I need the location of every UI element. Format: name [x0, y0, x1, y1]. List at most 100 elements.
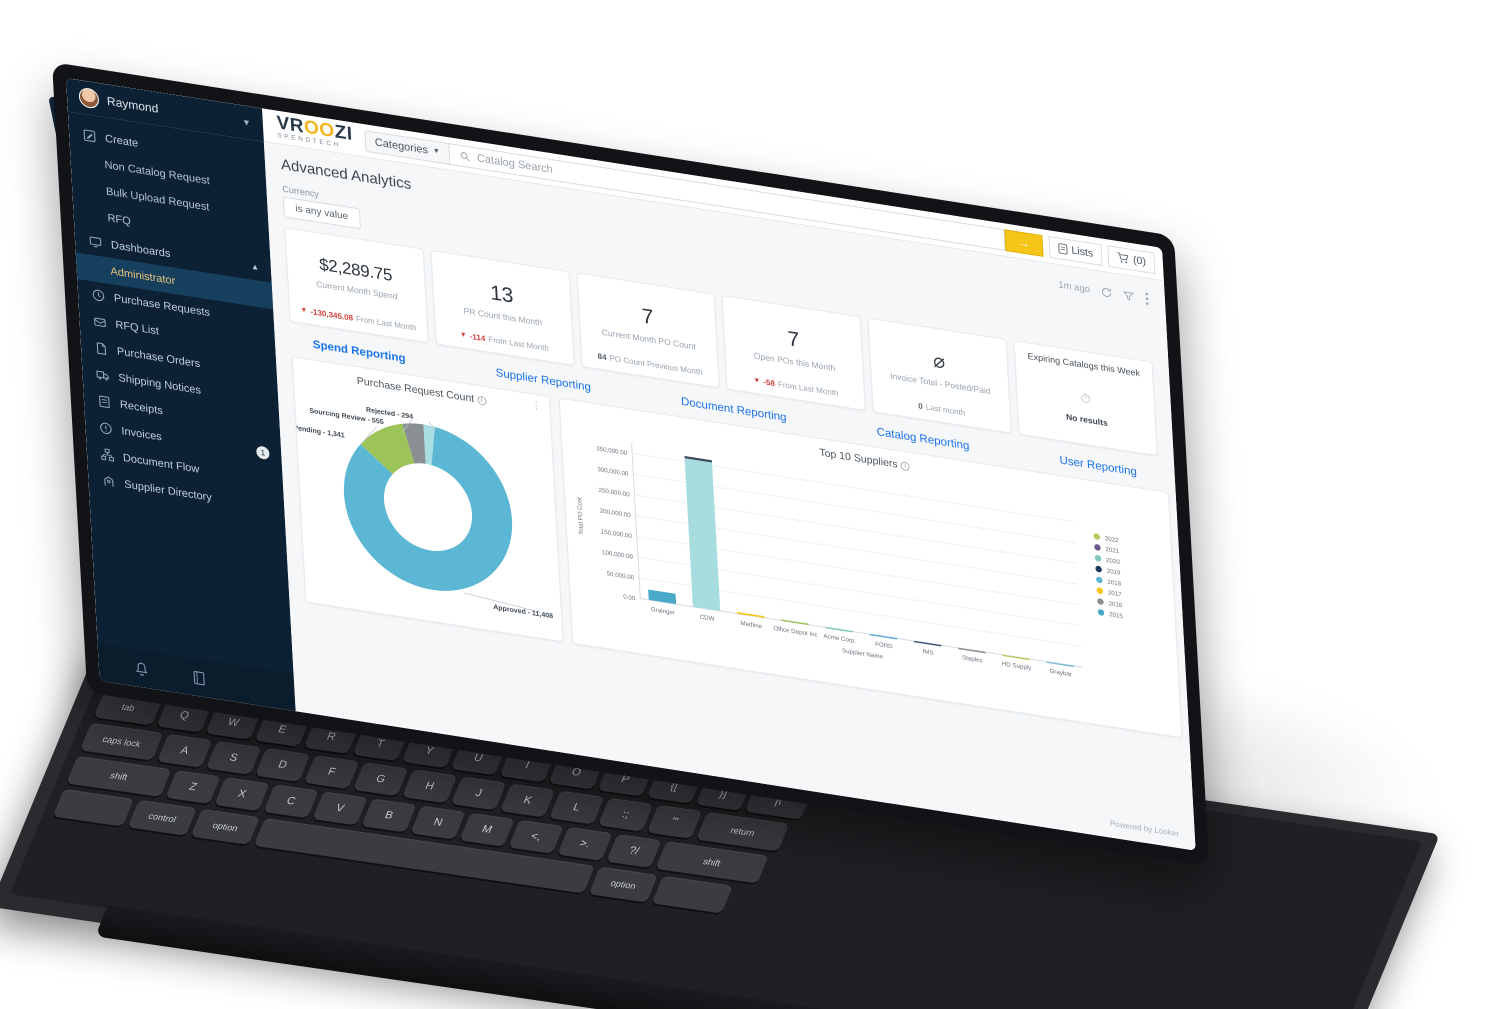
y-axis-title: Total PO Cost [576, 497, 585, 536]
kpi-label: PR Count this Month [463, 305, 543, 328]
document-icon [96, 342, 107, 355]
bell-icon[interactable] [134, 660, 149, 677]
sidebar-item-label: RFQ List [115, 318, 160, 338]
kpi-card[interactable]: $2,289.75 Current Month Spend ▼ -130,345.08… [284, 227, 429, 344]
avatar [78, 86, 100, 110]
keyboard-key[interactable]: C [263, 784, 319, 819]
keyboard-key[interactable]: return [695, 811, 790, 852]
keyboard-key[interactable]: G [352, 762, 409, 797]
keyboard-key[interactable]: X [214, 777, 270, 812]
bar[interactable] [737, 611, 765, 618]
flow-icon [101, 448, 115, 462]
kpi-value: 7 [786, 327, 800, 352]
legend-label: 2020 [1106, 557, 1121, 566]
x-axis-tick-label: Medline [740, 620, 763, 630]
truck-icon [96, 370, 109, 381]
search-submit-button[interactable]: → [1003, 228, 1044, 257]
legend-swatch [1096, 587, 1104, 594]
donut-slice-label: Pending - 1,341 [294, 425, 345, 440]
kpi-delta: 84 [597, 351, 607, 363]
legend-swatch [1095, 565, 1102, 573]
bar[interactable] [781, 619, 809, 626]
bar[interactable] [1046, 661, 1074, 668]
y-axis-tick-label: 300,000.00 [597, 466, 629, 478]
y-axis-tick-label: 350,000.00 [596, 445, 628, 457]
bar[interactable] [958, 647, 986, 654]
kpi-delta-label: From Last Month [488, 334, 550, 354]
keyboard-key[interactable]: A [156, 733, 213, 768]
kpi-card[interactable]: Expiring Catalogs this Week ⏱ No results [1013, 340, 1158, 457]
sidebar-nav[interactable]: Create Non Catalog Request Bulk Upload Req… [68, 119, 285, 522]
keyboard-key[interactable]: ?/ [606, 834, 662, 868]
chevron-down-icon[interactable]: ▼ [242, 116, 251, 127]
keyboard-key[interactable]: "' [646, 804, 703, 839]
bar[interactable] [913, 640, 942, 647]
kpi-delta: -130,345.08 [310, 307, 354, 323]
tab-user-reporting[interactable]: User Reporting [1059, 455, 1137, 479]
kpi-card[interactable]: 13 PR Count this Month ▼ -114 From Last Mont… [430, 249, 575, 366]
bar[interactable] [684, 458, 721, 612]
filter-icon[interactable] [1122, 290, 1135, 303]
panel-kebab-icon[interactable]: ⋮ [531, 400, 542, 412]
keyboard-key[interactable]: option [190, 808, 260, 845]
kpi-delta-label: Last month [925, 402, 966, 418]
search-icon [460, 151, 470, 161]
kpi-label: Invoice Total - Posted/Paid [889, 370, 991, 397]
cart-button[interactable]: (0) [1107, 244, 1156, 274]
bar[interactable] [869, 633, 898, 640]
keyboard-key[interactable]: Z [165, 770, 221, 805]
keyboard-key[interactable] [651, 875, 733, 914]
kpi-card[interactable]: 7 Open POs this Month ▼ -58 From Last Month [721, 294, 867, 411]
x-axis-tick-label: Office Depot Inc [773, 625, 818, 639]
legend-label: 2015 [1109, 611, 1124, 620]
book-icon[interactable] [192, 669, 206, 686]
chevron-up-icon[interactable]: ▲ [251, 262, 259, 272]
lists-button[interactable]: Lists [1047, 235, 1103, 266]
sidebar-item-label: Dashboards [110, 238, 171, 260]
keyboard-key[interactable]: M [459, 812, 515, 847]
keyboard-key[interactable]: V [312, 791, 368, 826]
donut-chart: Rejected - 294Sourcing Review - 555Pendi… [293, 407, 553, 621]
purchase-request-count-panel: Purchase Request Count i ⋮ Rejected - 294… [291, 356, 564, 643]
sidebar-item-label: Receipts [119, 398, 164, 417]
keyboard-key[interactable]: D [254, 747, 311, 782]
powered-by-label: Powered by Looker [1110, 819, 1179, 839]
powered-by-text: Powered by Looker [1109, 818, 1180, 839]
search-placeholder: Catalog Search [476, 151, 554, 176]
kpi-footer: ▼ -130,345.08 From Last Month [300, 306, 417, 333]
kpi-card[interactable]: ⌀ Invoice Total - Posted/Paid 0 Last month [867, 317, 1012, 434]
kpi-card[interactable]: 7 Current Month PO Count 84 PO Count Previo… [576, 272, 721, 389]
keyboard-key[interactable]: S [205, 740, 262, 775]
keyboard-key[interactable]: K [499, 783, 556, 818]
bar[interactable] [648, 589, 677, 605]
keyboard-key[interactable]: F [303, 755, 360, 790]
kpi-footer: ▼ -58 From Last Month [753, 376, 838, 398]
keyboard-key[interactable]: B [361, 798, 417, 833]
keyboard-key[interactable]: N [410, 805, 466, 840]
kpi-value: 7 [641, 304, 654, 330]
legend-swatch [1097, 609, 1105, 616]
keyboard-key[interactable]: :; [597, 797, 654, 832]
keyboard-key[interactable]: L [548, 790, 605, 825]
bar[interactable] [1002, 654, 1030, 661]
keyboard-key[interactable]: caps lock [79, 722, 164, 761]
kebab-menu-icon[interactable] [1145, 292, 1150, 305]
keyboard-key[interactable]: <, [508, 819, 564, 854]
sidebar-item-label: RFQ [107, 211, 132, 228]
info-icon[interactable]: i [476, 395, 487, 406]
kpi-label: Open POs this Month [753, 350, 836, 374]
keyboard-key[interactable] [52, 788, 134, 827]
legend-swatch [1096, 576, 1103, 584]
keyboard-key[interactable]: option [588, 866, 658, 903]
refresh-icon[interactable] [1101, 286, 1113, 299]
kpi-card-title: Expiring Catalogs this Week [1027, 351, 1141, 379]
info-icon[interactable]: i [900, 461, 910, 472]
x-axis-tick-label: Grainger [651, 606, 675, 617]
donut-slice-label: Approved - 11,408 [493, 604, 553, 620]
keyboard-key[interactable]: H [401, 769, 458, 804]
sidebar-item-label: Administrator [110, 265, 176, 287]
keyboard-key[interactable]: >. [557, 826, 613, 861]
keyboard-key[interactable]: control [127, 799, 197, 836]
keyboard-key[interactable]: J [450, 776, 507, 811]
bar[interactable] [825, 626, 853, 633]
